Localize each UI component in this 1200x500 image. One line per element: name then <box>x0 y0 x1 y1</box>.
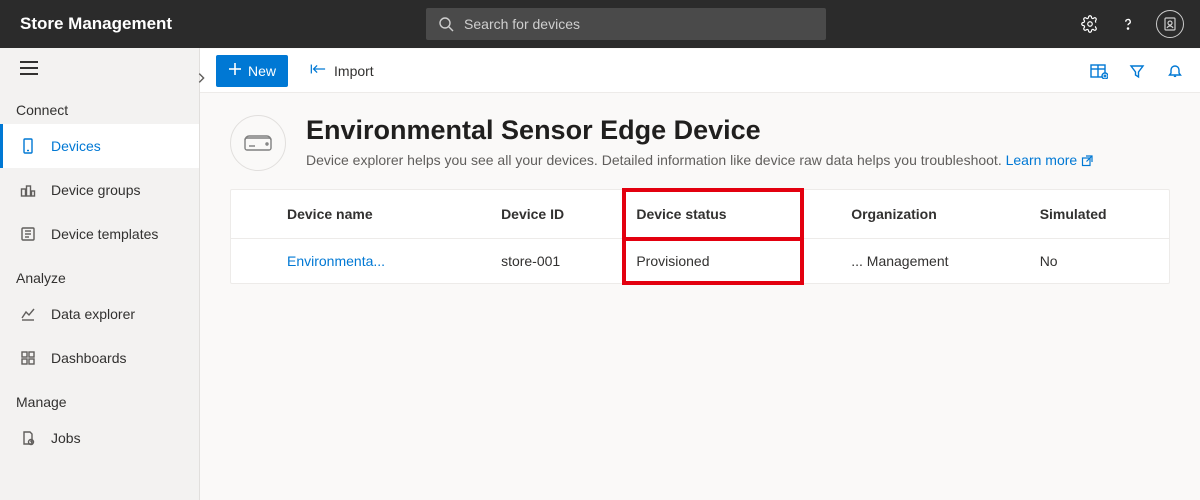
search-icon <box>436 14 456 34</box>
sidebar-item-device-templates[interactable]: Device templates <box>0 212 199 256</box>
sidebar-item-label: Dashboards <box>51 350 127 366</box>
hamburger-icon[interactable] <box>20 61 38 75</box>
nav-section-analyze: Analyze <box>0 256 199 292</box>
sidebar-item-dashboards[interactable]: Dashboards <box>0 336 199 380</box>
device-badge-icon <box>230 115 286 171</box>
col-organization[interactable]: Organization <box>839 190 1027 239</box>
page-subtitle: Device explorer helps you see all your d… <box>306 152 1093 168</box>
col-device-status[interactable]: Device status <box>624 190 802 239</box>
page-title: Environmental Sensor Edge Device <box>306 115 1093 146</box>
cell-organization: ... Management <box>839 239 1027 284</box>
learn-more-link[interactable]: Learn more <box>1006 152 1093 168</box>
filter-icon[interactable] <box>1128 62 1146 80</box>
jobs-icon <box>19 429 37 447</box>
device-templates-icon <box>19 225 37 243</box>
devices-icon <box>19 137 37 155</box>
plus-icon <box>228 62 242 79</box>
import-button[interactable]: Import <box>300 55 384 87</box>
cell-device-status: Provisioned <box>624 239 802 284</box>
nav-section-manage: Manage <box>0 380 199 416</box>
sidebar-collapse-toggle[interactable] <box>185 62 217 94</box>
top-bar: Store Management <box>0 0 1200 48</box>
avatar[interactable] <box>1156 10 1184 38</box>
cell-simulated: No <box>1028 239 1169 284</box>
sidebar-item-label: Device templates <box>51 226 158 242</box>
device-table: Device name Device ID Device status Orga… <box>230 189 1170 284</box>
search-box[interactable] <box>426 8 826 40</box>
sidebar-item-data-explorer[interactable]: Data explorer <box>0 292 199 336</box>
data-explorer-icon <box>19 305 37 323</box>
new-button[interactable]: New <box>216 55 288 87</box>
table-header-row: Device name Device ID Device status Orga… <box>231 190 1169 239</box>
page-header: Environmental Sensor Edge Device Device … <box>200 93 1200 189</box>
app-title: Store Management <box>20 14 172 34</box>
cell-device-id: store-001 <box>489 239 624 284</box>
sidebar-item-devices[interactable]: Devices <box>0 124 199 168</box>
col-simulated[interactable]: Simulated <box>1028 190 1169 239</box>
cell-device-name[interactable]: Environmenta... <box>231 239 489 284</box>
sidebar: Connect Devices Device groups Device tem… <box>0 48 200 500</box>
sidebar-item-label: Jobs <box>51 430 81 446</box>
col-device-id[interactable]: Device ID <box>489 190 624 239</box>
sidebar-item-device-groups[interactable]: Device groups <box>0 168 199 212</box>
search-input[interactable] <box>464 16 816 32</box>
new-button-label: New <box>248 63 276 79</box>
col-blank <box>802 190 839 239</box>
sidebar-item-label: Devices <box>51 138 101 154</box>
import-button-label: Import <box>334 63 374 79</box>
settings-icon[interactable] <box>1080 14 1100 34</box>
sidebar-item-label: Data explorer <box>51 306 135 322</box>
content-area: New Import <box>200 48 1200 500</box>
table-row[interactable]: Environmenta... store-001 Provisioned ..… <box>231 239 1169 284</box>
help-icon[interactable] <box>1118 14 1138 34</box>
command-bar: New Import <box>200 49 1200 93</box>
dashboards-icon <box>19 349 37 367</box>
nav-section-connect: Connect <box>0 88 199 124</box>
bell-icon[interactable] <box>1166 62 1184 80</box>
import-icon <box>310 62 326 79</box>
sidebar-item-jobs[interactable]: Jobs <box>0 416 199 460</box>
col-device-name[interactable]: Device name <box>231 190 489 239</box>
cell-blank <box>802 239 839 284</box>
sidebar-item-label: Device groups <box>51 182 141 198</box>
device-groups-icon <box>19 181 37 199</box>
columns-icon[interactable] <box>1090 62 1108 80</box>
